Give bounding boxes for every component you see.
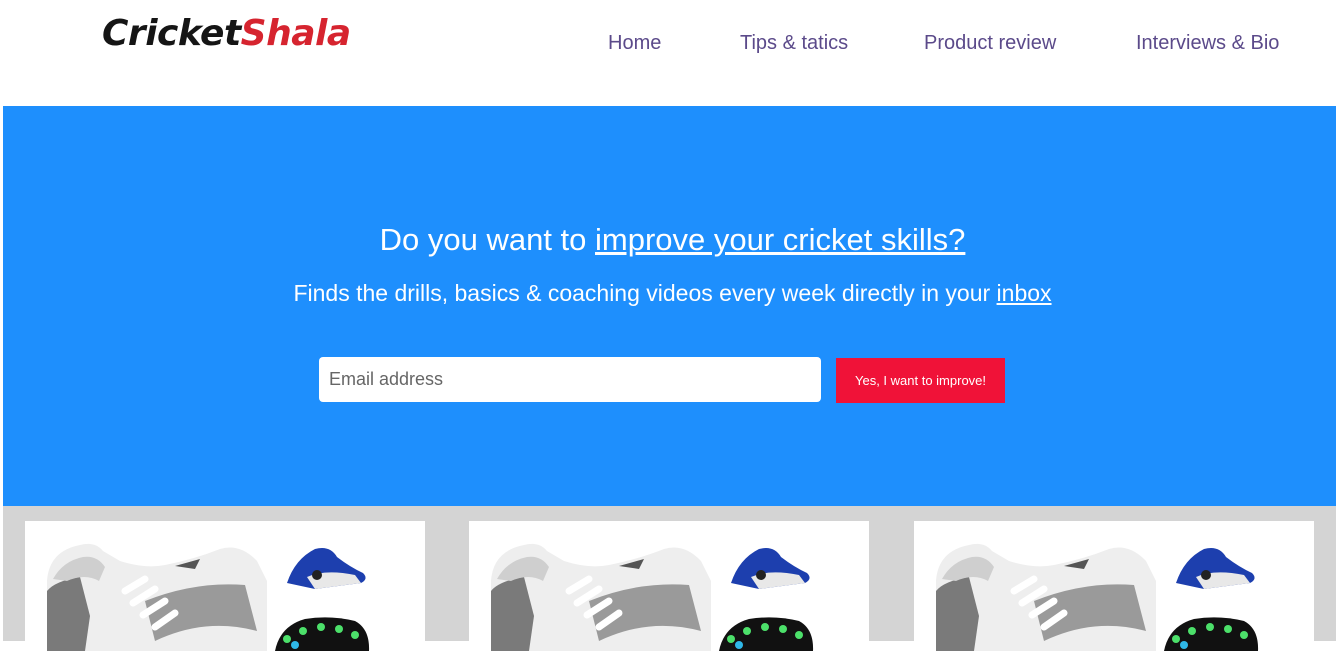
hero-subtitle-link[interactable]: inbox [997,280,1052,306]
site-header: CricketShala Home Tips & tatics Product … [0,0,1337,106]
cricket-shoes-image [491,543,814,651]
main-nav: Home Tips & tatics Product review Interv… [0,30,1337,58]
nav-item-product-review[interactable]: Product review [924,30,1056,56]
hero-title-link[interactable]: improve your cricket skills? [595,222,965,257]
product-cards [3,506,1336,651]
nav-item-tips-tactics[interactable]: Tips & tatics [740,30,848,56]
subscribe-button[interactable]: Yes, I want to improve! [836,358,1005,403]
hero-subtitle-prefix: Finds the drills, basics & coaching vide… [293,280,997,306]
email-input[interactable] [319,357,821,402]
product-card[interactable] [914,521,1314,651]
hero-subtitle: Finds the drills, basics & coaching vide… [3,278,1337,308]
nav-item-home[interactable]: Home [608,30,661,56]
newsletter-hero: Do you want to improve your cricket skil… [3,106,1336,506]
cricket-shoes-image [47,543,370,651]
cricket-shoes-image [936,543,1259,651]
hero-title: Do you want to improve your cricket skil… [3,220,1337,260]
product-card[interactable] [25,521,425,651]
nav-item-interviews-bio[interactable]: Interviews & Bio [1136,30,1279,56]
hero-title-prefix: Do you want to [379,222,596,257]
product-card[interactable] [469,521,869,651]
